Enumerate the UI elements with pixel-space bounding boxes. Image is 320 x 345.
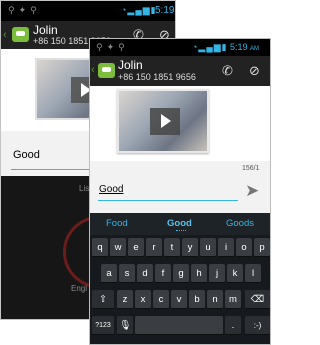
shift-key[interactable]: ⇧ (92, 290, 114, 309)
message-input[interactable]: Good (99, 184, 123, 195)
paperclip-icon[interactable]: ⊘ (249, 63, 260, 79)
key-y[interactable]: y (182, 238, 198, 257)
key-m[interactable]: m (225, 290, 241, 309)
contact-avatar (98, 63, 115, 78)
key-r[interactable]: r (146, 238, 162, 257)
key-g[interactable]: g (173, 264, 189, 283)
contact-name: Jolin (33, 23, 58, 37)
period-key[interactable]: . (225, 316, 241, 335)
backspace-key[interactable]: ⌫ (245, 290, 270, 309)
key-a[interactable]: a (101, 264, 117, 283)
soft-keyboard: Food Good Goods q w e r t y u i o p a s … (90, 213, 270, 344)
char-counter: 156/1 (242, 165, 260, 172)
listen-label: Lis (79, 184, 90, 193)
signal-battery-icons: ◔▂▄▆▮ (121, 5, 157, 15)
suggestion-more-indicator (176, 230, 186, 231)
key-k[interactable]: k (227, 264, 243, 283)
status-time: 5:19 (155, 5, 175, 16)
contact-avatar (12, 27, 29, 42)
key-h[interactable]: h (191, 264, 207, 283)
mic-icon: 🎙 (118, 320, 132, 331)
key-n[interactable]: n (207, 290, 223, 309)
key-d[interactable]: d (137, 264, 153, 283)
space-key[interactable] (135, 316, 223, 335)
symbols-key[interactable]: ?123 (92, 316, 114, 335)
emoji-key[interactable]: :-) (245, 316, 270, 335)
key-z[interactable]: z (117, 290, 133, 309)
signal-battery-icons: ◔▂▄▆▮ (192, 42, 228, 52)
mic-key[interactable]: 🎙 (117, 316, 133, 335)
compose-area: 156/1 Good ➤ (90, 161, 270, 213)
key-t[interactable]: t (164, 238, 180, 257)
key-l[interactable]: l (245, 264, 261, 283)
suggestion-strip: Food Good Goods (90, 213, 270, 235)
key-j[interactable]: j (209, 264, 225, 283)
message-input[interactable]: Good (13, 149, 40, 161)
status-bar: ⚲✦⚲ ◔▂▄▆▮ 5:19 AM (90, 39, 270, 56)
notification-icons: ⚲✦⚲ (8, 5, 41, 15)
contact-number: +86 150 1851 9656 (118, 72, 196, 82)
video-thumbnail[interactable] (117, 89, 209, 153)
back-chevron-icon[interactable]: ‹ (3, 29, 7, 41)
language-label: Engl (71, 284, 88, 293)
play-icon[interactable] (150, 108, 180, 135)
key-q[interactable]: q (92, 238, 108, 257)
key-u[interactable]: u (200, 238, 216, 257)
notification-icons: ⚲✦⚲ (96, 42, 129, 52)
contact-name: Jolin (118, 58, 143, 72)
key-b[interactable]: b (189, 290, 205, 309)
shift-icon: ⇧ (99, 294, 107, 305)
key-s[interactable]: s (119, 264, 135, 283)
key-p[interactable]: p (254, 238, 270, 257)
phone-icon[interactable]: ✆ (222, 63, 233, 79)
key-i[interactable]: i (218, 238, 234, 257)
key-x[interactable]: x (135, 290, 151, 309)
front-phone-screen: ⚲✦⚲ ◔▂▄▆▮ 5:19 AM ‹ Jolin +86 150 1851 9… (89, 38, 271, 345)
send-icon[interactable]: ➤ (245, 181, 259, 201)
back-chevron-icon[interactable]: ‹ (91, 64, 95, 76)
status-bar: ⚲✦⚲ ◔▂▄▆▮ 5:19 (1, 1, 175, 21)
input-underline (98, 200, 238, 201)
status-time: 5:19 AM (230, 42, 260, 52)
key-c[interactable]: c (153, 290, 169, 309)
suggestion-item[interactable]: Food (106, 218, 128, 229)
key-v[interactable]: v (171, 290, 187, 309)
suggestion-item-selected[interactable]: Good (167, 218, 192, 229)
key-o[interactable]: o (236, 238, 252, 257)
backspace-icon: ⌫ (250, 294, 265, 305)
key-e[interactable]: e (128, 238, 144, 257)
conversation-header[interactable]: ‹ Jolin +86 150 1851 9656 ✆ ⊘ (90, 56, 270, 86)
key-f[interactable]: f (155, 264, 171, 283)
key-w[interactable]: w (110, 238, 126, 257)
suggestion-item[interactable]: Goods (226, 218, 254, 229)
